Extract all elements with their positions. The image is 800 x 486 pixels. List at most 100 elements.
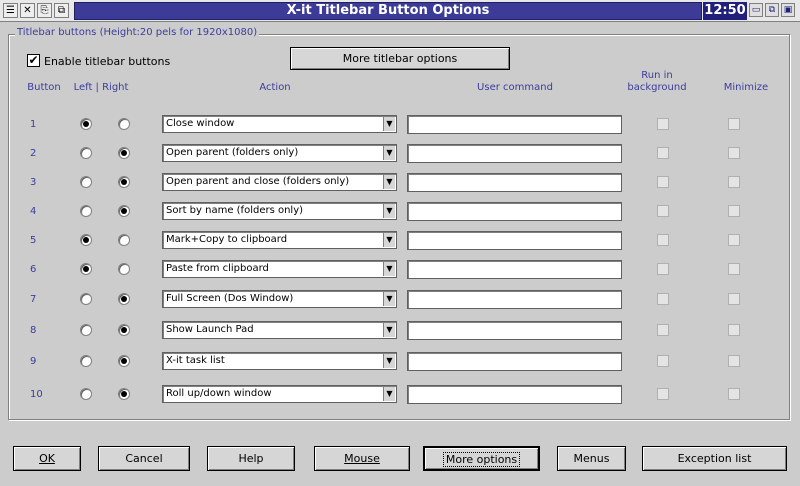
window-title: X-it Titlebar Button Options — [286, 3, 490, 18]
run-in-background-checkbox[interactable] — [657, 293, 669, 305]
user-command-input[interactable] — [407, 231, 622, 250]
exception-list-button[interactable]: Exception list — [642, 446, 787, 471]
cancel-button[interactable]: Cancel — [98, 446, 190, 471]
chevron-down-icon[interactable]: ▼ — [383, 175, 395, 189]
chevron-down-icon[interactable]: ▼ — [383, 387, 395, 401]
run-in-background-checkbox[interactable] — [657, 388, 669, 400]
user-command-input[interactable] — [407, 115, 622, 134]
chevron-down-icon[interactable]: ▼ — [383, 233, 395, 247]
left-radio[interactable] — [80, 324, 92, 336]
action-dropdown[interactable]: Close window ▼ — [162, 115, 397, 133]
left-radio[interactable] — [80, 176, 92, 188]
help-button[interactable]: Help — [207, 446, 295, 471]
run-in-background-checkbox[interactable] — [657, 176, 669, 188]
right-radio[interactable] — [118, 263, 130, 275]
row-number: 4 — [30, 206, 37, 217]
run-in-background-checkbox[interactable] — [657, 263, 669, 275]
action-dropdown[interactable]: Paste from clipboard ▼ — [162, 260, 397, 278]
copy-icon[interactable]: ⧉ — [54, 3, 69, 18]
right-radio[interactable] — [118, 388, 130, 400]
chevron-down-icon[interactable]: ▼ — [383, 117, 395, 131]
user-command-input[interactable] — [407, 202, 622, 221]
run-in-background-checkbox[interactable] — [657, 147, 669, 159]
user-command-input[interactable] — [407, 173, 622, 192]
user-command-input[interactable] — [407, 321, 622, 340]
user-command-input[interactable] — [407, 352, 622, 371]
chevron-down-icon[interactable]: ▼ — [383, 204, 395, 218]
minimize-checkbox[interactable] — [728, 355, 740, 367]
minimize-checkbox[interactable] — [728, 388, 740, 400]
left-radio[interactable] — [80, 388, 92, 400]
right-radio[interactable] — [118, 176, 130, 188]
header-left-right: Left | Right — [73, 82, 129, 93]
minimize-icon[interactable]: ▭ — [749, 3, 763, 17]
action-dropdown[interactable]: Roll up/down window ▼ — [162, 385, 397, 403]
system-menu-icon[interactable]: ☰ — [3, 3, 18, 18]
right-radio[interactable] — [118, 355, 130, 367]
minimize-checkbox[interactable] — [728, 118, 740, 130]
action-dropdown[interactable]: Show Launch Pad ▼ — [162, 321, 397, 339]
run-in-background-checkbox[interactable] — [657, 234, 669, 246]
row-number: 2 — [30, 148, 37, 159]
run-in-background-checkbox[interactable] — [657, 205, 669, 217]
right-radio[interactable] — [118, 118, 130, 130]
row-number: 8 — [30, 325, 37, 336]
left-radio[interactable] — [80, 355, 92, 367]
right-radio[interactable] — [118, 324, 130, 336]
left-radio[interactable] — [80, 234, 92, 246]
chevron-down-icon[interactable]: ▼ — [383, 354, 395, 368]
enable-titlebar-checkbox[interactable]: ✔ — [27, 54, 40, 67]
action-dropdown[interactable]: X-it task list ▼ — [162, 352, 397, 370]
user-command-input[interactable] — [407, 385, 622, 404]
chevron-down-icon[interactable]: ▼ — [383, 292, 395, 306]
titlebar-left-icons: ☰ ✕ ⎘ ⧉ — [3, 3, 69, 18]
user-command-input[interactable] — [407, 260, 622, 279]
action-dropdown[interactable]: Sort by name (folders only) ▼ — [162, 202, 397, 220]
right-radio[interactable] — [118, 234, 130, 246]
action-dropdown[interactable]: Open parent and close (folders only) ▼ — [162, 173, 397, 191]
action-dropdown-value: X-it task list — [166, 355, 225, 366]
action-dropdown[interactable]: Full Screen (Dos Window) ▼ — [162, 290, 397, 308]
action-dropdown-value: Full Screen (Dos Window) — [166, 293, 294, 304]
left-radio[interactable] — [80, 293, 92, 305]
minimize-checkbox[interactable] — [728, 324, 740, 336]
open-parent-icon[interactable]: ⎘ — [37, 3, 52, 18]
maximize-icon[interactable]: ▣ — [781, 3, 795, 17]
mouse-button[interactable]: Mouse — [314, 446, 410, 471]
chevron-down-icon[interactable]: ▼ — [383, 323, 395, 337]
run-in-background-checkbox[interactable] — [657, 324, 669, 336]
run-in-background-checkbox[interactable] — [657, 355, 669, 367]
user-command-input[interactable] — [407, 144, 622, 163]
action-dropdown-value: Close window — [166, 118, 235, 129]
more-titlebar-options-button[interactable]: More titlebar options — [290, 47, 510, 70]
minimize-checkbox[interactable] — [728, 293, 740, 305]
minimize-checkbox[interactable] — [728, 176, 740, 188]
run-in-background-checkbox[interactable] — [657, 118, 669, 130]
action-dropdown[interactable]: Open parent (folders only) ▼ — [162, 144, 397, 162]
row-number: 7 — [30, 294, 37, 305]
ok-button[interactable]: OK — [13, 446, 81, 471]
left-radio[interactable] — [80, 147, 92, 159]
right-radio[interactable] — [118, 205, 130, 217]
right-radio[interactable] — [118, 147, 130, 159]
action-dropdown-value: Roll up/down window — [166, 388, 272, 399]
right-radio[interactable] — [118, 293, 130, 305]
more-options-button[interactable]: More options — [423, 446, 540, 471]
left-radio[interactable] — [80, 205, 92, 217]
left-radio[interactable] — [80, 263, 92, 275]
left-radio[interactable] — [80, 118, 92, 130]
close-icon[interactable]: ✕ — [20, 3, 35, 18]
title-area[interactable]: X-it Titlebar Button Options — [74, 2, 702, 20]
minimize-checkbox[interactable] — [728, 205, 740, 217]
chevron-down-icon[interactable]: ▼ — [383, 262, 395, 276]
mouse-label: Mouse — [344, 452, 380, 465]
minimize-checkbox[interactable] — [728, 234, 740, 246]
titlebar-right-icons: ▭ ⧉ ▣ — [749, 3, 795, 17]
action-dropdown[interactable]: Mark+Copy to clipboard ▼ — [162, 231, 397, 249]
chevron-down-icon[interactable]: ▼ — [383, 146, 395, 160]
menus-button[interactable]: Menus — [557, 446, 626, 471]
minimize-checkbox[interactable] — [728, 263, 740, 275]
user-command-input[interactable] — [407, 290, 622, 309]
restore-icon[interactable]: ⧉ — [765, 3, 779, 17]
minimize-checkbox[interactable] — [728, 147, 740, 159]
